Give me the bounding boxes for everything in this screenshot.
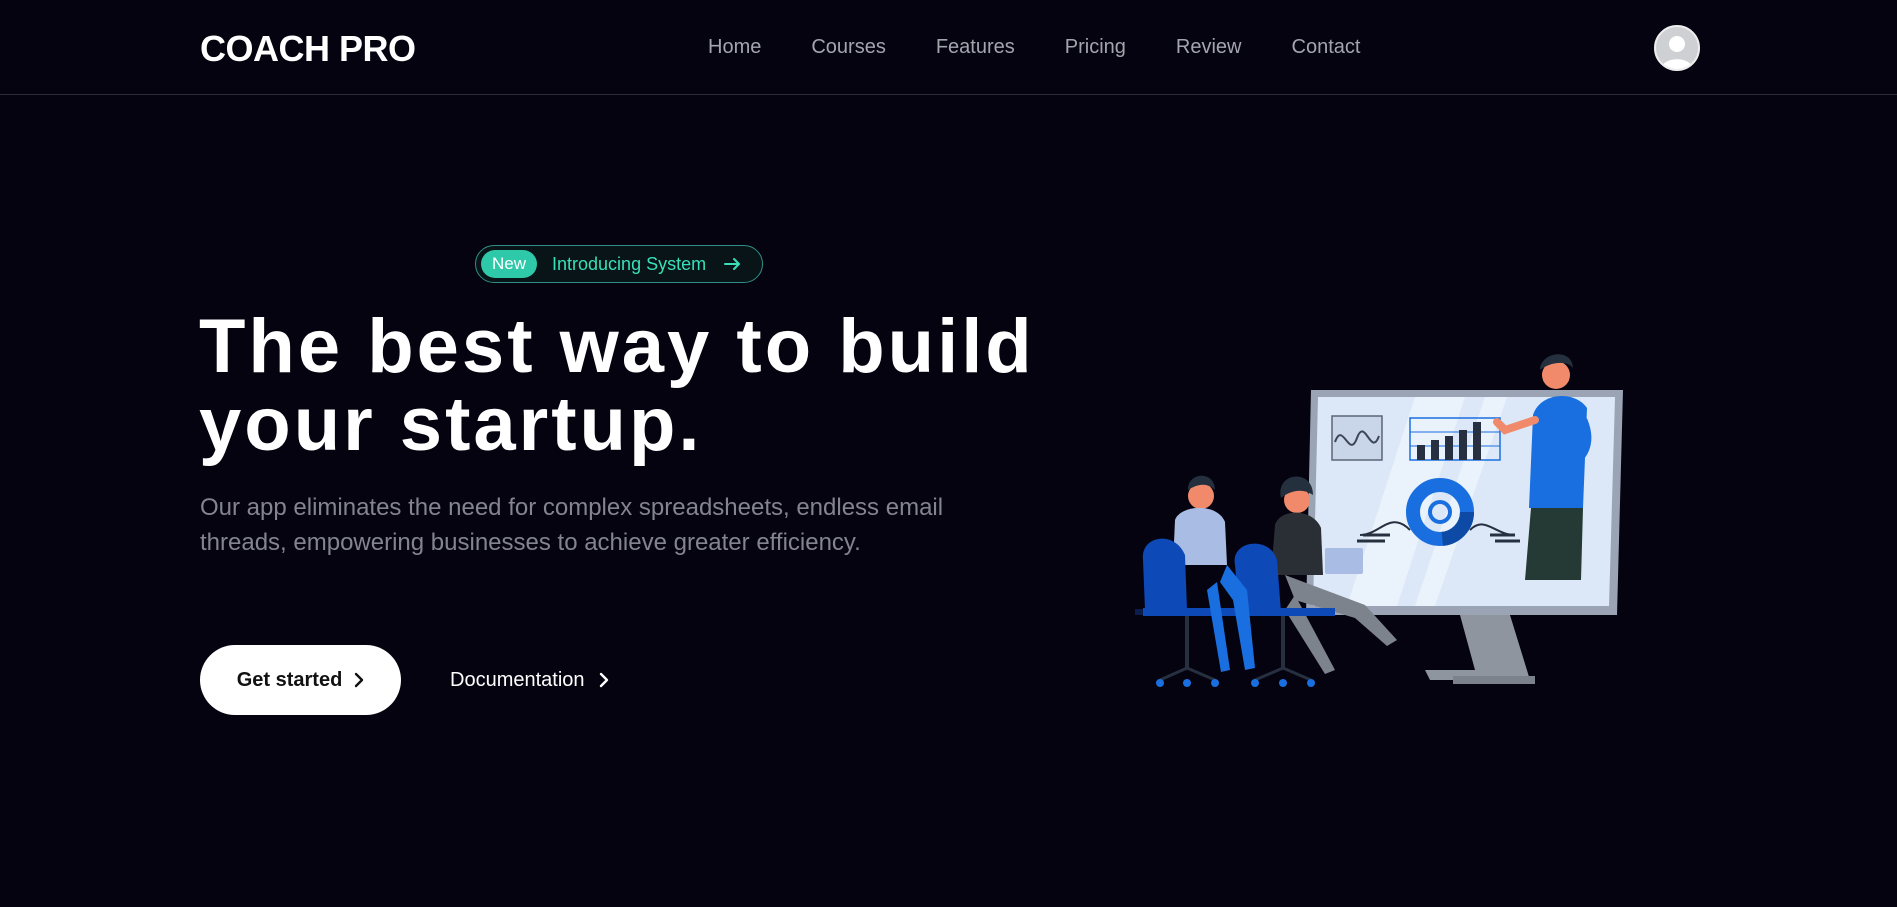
nav-home[interactable]: Home <box>708 36 761 59</box>
hero-title: The best way to build your startup. <box>199 304 1035 467</box>
logo[interactable]: COACH PRO <box>200 28 416 70</box>
nav-features[interactable]: Features <box>936 36 1015 59</box>
documentation-link[interactable]: Documentation <box>450 665 609 695</box>
avatar-icon[interactable] <box>1654 25 1700 71</box>
presentation-illustration <box>1135 350 1625 695</box>
hero-subtitle: Our app eliminates the need for complex … <box>200 494 944 556</box>
site-header: COACH PRO Home Courses Features Pricing … <box>0 0 1897 95</box>
chevron-right-icon <box>354 672 364 688</box>
chevron-right-icon <box>599 672 609 688</box>
nav-pricing[interactable]: Pricing <box>1065 36 1126 59</box>
arrow-right-icon <box>724 257 742 271</box>
badge-text: Introducing System <box>552 253 707 274</box>
nav-contact[interactable]: Contact <box>1292 36 1361 59</box>
nav-review[interactable]: Review <box>1176 36 1242 59</box>
get-started-button[interactable]: Get started <box>200 645 401 715</box>
nav-courses[interactable]: Courses <box>811 36 885 59</box>
get-started-label: Get started <box>236 668 343 691</box>
documentation-label: Documentation <box>450 668 585 691</box>
badge-new-tag: New <box>481 250 538 278</box>
announcement-badge[interactable]: New Introducing System <box>475 245 763 283</box>
main-nav: Home Courses Features Pricing Review Con… <box>708 36 1410 59</box>
